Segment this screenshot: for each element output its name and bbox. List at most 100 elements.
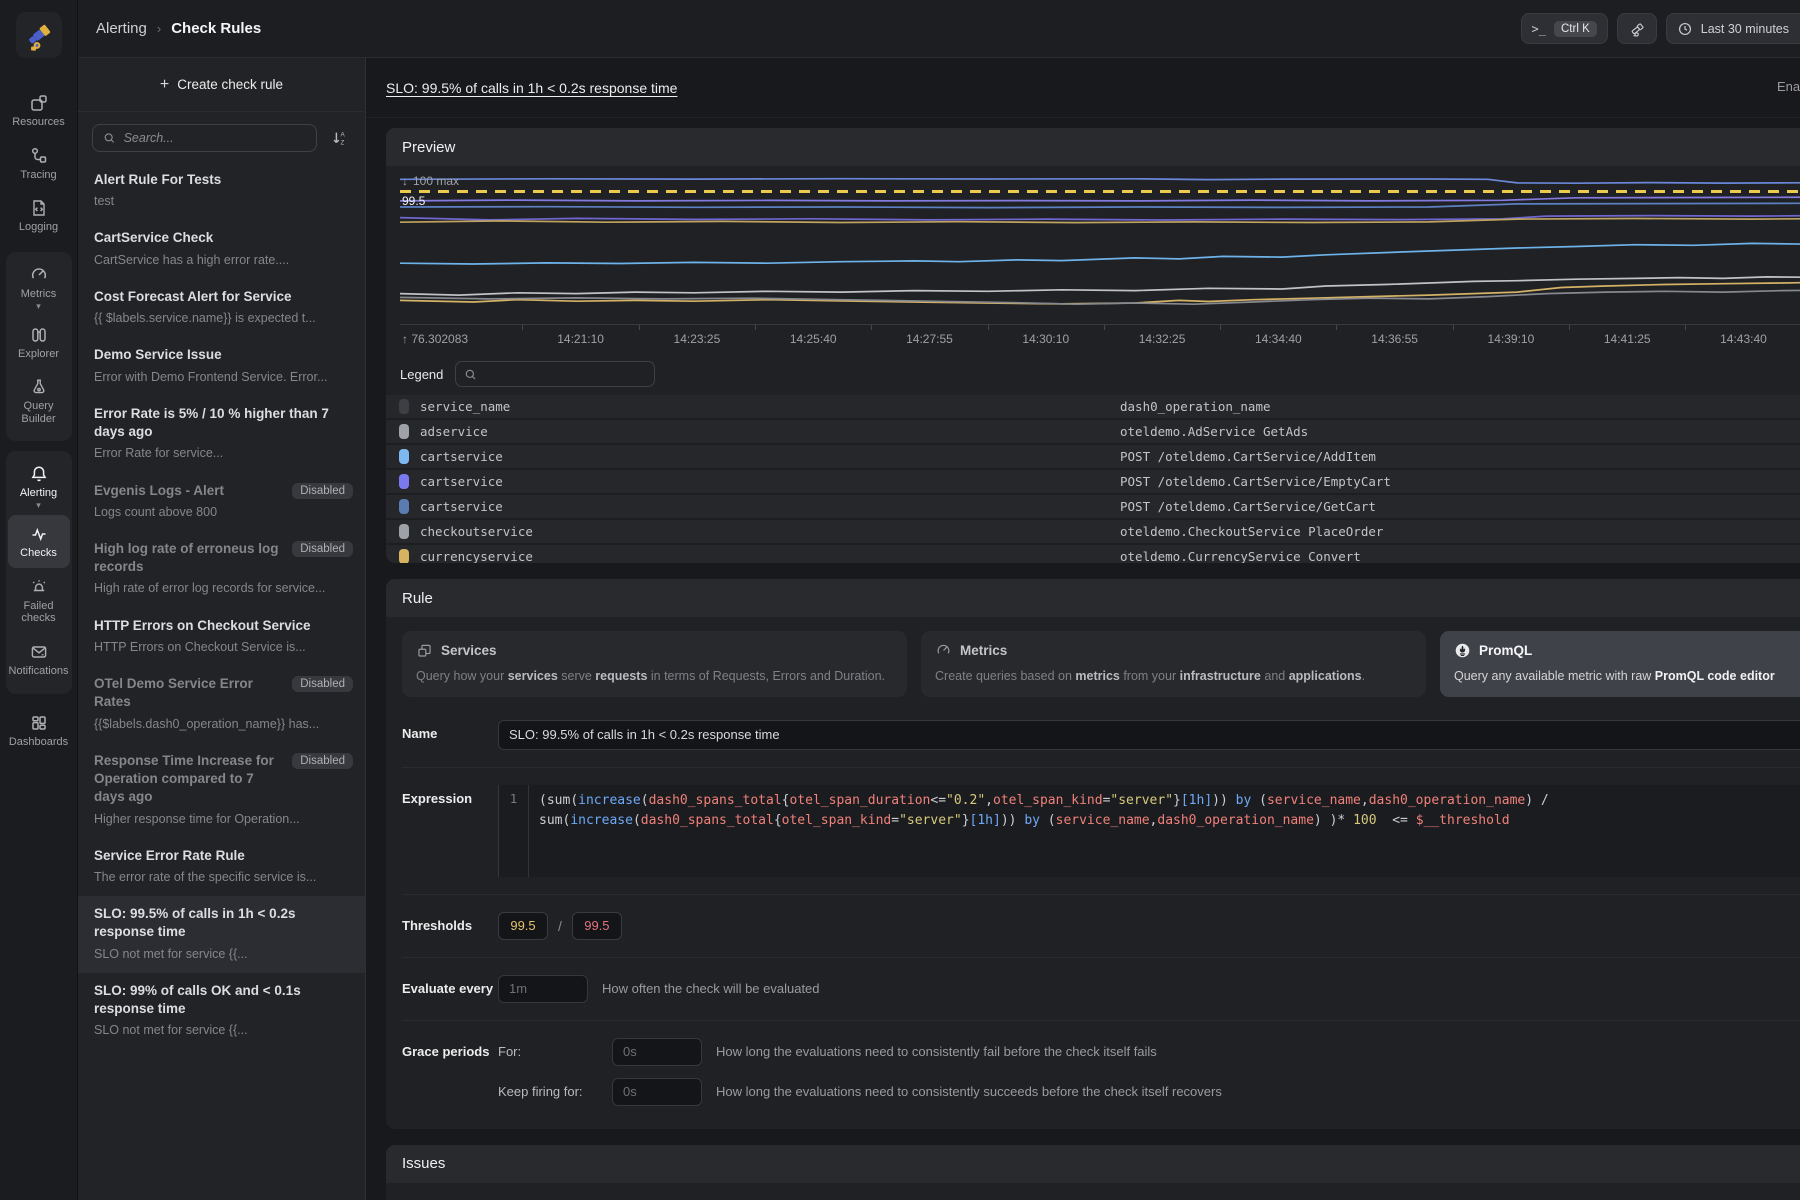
check-rule-list-item[interactable]: CartService CheckCartService has a high … [78,220,365,278]
legend-series-row[interactable]: currencyserviceoteldemo.CurrencyService … [386,545,1800,563]
rule-item-subtitle: SLO not met for service {{... [94,1022,353,1038]
search-input[interactable] [124,131,306,145]
sidebar-item-checks[interactable]: Checks [8,515,70,568]
check-rule-list-item[interactable]: Service Error Rate RuleThe error rate of… [78,838,365,896]
check-rule-list-item[interactable]: SLO: 99.5% of calls in 1h < 0.2s respons… [78,896,365,973]
check-rules-list: Alert Rule For TeststestCartService Chec… [78,162,365,1200]
series-color-chip[interactable] [399,424,409,439]
sidebar-item-notifications[interactable]: Notifications [8,633,70,686]
rule-panel-header: Rule [386,579,1800,617]
chart-x-axis: ↑ 76.302083 14:21:1014:23:2514:25:4014:2… [400,324,1800,352]
legend-table: service_namedash0_operation_name adservic… [386,395,1800,563]
page-title[interactable]: SLO: 99.5% of calls in 1h < 0.2s respons… [386,80,677,96]
promql-code[interactable]: (sum(increase(dash0_spans_total{otel_spa… [529,785,1559,877]
critical-threshold-input[interactable]: 99.5 [572,912,622,940]
telescope-button[interactable] [1617,13,1657,44]
rule-header: SLO: 99.5% of calls in 1h < 0.2s respons… [366,58,1800,118]
legend-series-row[interactable]: adserviceoteldemo.AdService GetAds [386,420,1800,445]
series-top-blue [400,179,1800,184]
sidebar-item-failed-checks[interactable]: Failed checks [8,568,70,633]
check-rule-list-item[interactable]: Evgenis Logs - AlertDisabledLogs count a… [78,473,365,531]
check-rule-list-item[interactable]: Cost Forecast Alert for Service{{ $label… [78,279,365,337]
sidebar-item-dashboards[interactable]: Dashboards [6,704,72,757]
metrics-nav-group: Metrics ▾ Explorer Query Builder [6,252,72,442]
legend-service-name: cartservice [420,449,1120,464]
series-blue-2 [400,203,1800,207]
series-color-chip[interactable] [399,524,409,539]
rule-item-subtitle: Error with Demo Frontend Service. Error.… [94,369,353,385]
time-range-button[interactable]: Last 30 minutes [1666,13,1800,44]
sidebar-item-explorer[interactable]: Explorer [8,316,70,369]
checks-pulse-icon [29,524,49,544]
sidebar-item-resources[interactable]: Resources [6,84,72,137]
grace-period-input[interactable]: 0s [612,1078,702,1106]
app-logo[interactable] [16,12,62,58]
rule-type-card-services[interactable]: ServicesQuery how your services serve re… [402,631,907,697]
issues-panel: Issues Summary SLO not met for service {… [386,1145,1800,1200]
sidebar-item-query-builder[interactable]: Query Builder [8,368,70,433]
preview-panel-header: Preview [386,128,1800,166]
check-rule-list-item[interactable]: HTTP Errors on Checkout ServiceHTTP Erro… [78,608,365,666]
series-color-chip[interactable] [399,499,409,514]
check-rule-list-item[interactable]: Error Rate is 5% / 10 % higher than 7 da… [78,396,365,473]
legend-series-row[interactable]: cartservicePOST /oteldemo.CartService/Ad… [386,445,1800,470]
check-rule-list-item[interactable]: Response Time Increase for Operation com… [78,743,365,838]
rule-item-subtitle: CartService has a high error rate.... [94,252,353,268]
check-rule-list-item[interactable]: Alert Rule For Teststest [78,162,365,220]
legend-series-row[interactable]: checkoutserviceoteldemo.CheckoutService … [386,520,1800,545]
sidebar-item-logging[interactable]: Logging [6,189,72,242]
content-scroll: Preview ↓ 100 max 99.5 ↑ 76.302083 [366,118,1800,1200]
sidebar-item-alerting[interactable]: Alerting ▾ [8,455,70,515]
series-color-chip[interactable] [399,549,409,563]
evaluate-every-input[interactable]: 1m [498,975,588,1003]
clock-icon [1677,21,1693,37]
services-boxes-icon [416,642,433,659]
card-title: Services [441,643,497,658]
rule-item-subtitle: SLO not met for service {{... [94,946,353,962]
legend-series-row[interactable]: cartservicePOST /oteldemo.CartService/Ge… [386,495,1800,520]
legend-series-row[interactable]: cartservicePOST /oteldemo.CartService/Em… [386,470,1800,495]
check-rule-list-item[interactable]: Demo Service IssueError with Demo Fronte… [78,337,365,395]
tracing-icon [29,146,49,166]
sidebar-item-metrics[interactable]: Metrics ▾ [8,256,70,316]
threshold-separator: / [558,918,562,934]
promql-expression-editor[interactable]: 1 (sum(increase(dash0_spans_total{otel_s… [498,785,1800,877]
rule-type-card-promql[interactable]: PromQLQuery any available metric with ra… [1440,631,1800,697]
create-rule-row: + Create check rule [78,58,365,112]
rule-name-input[interactable]: SLO: 99.5% of calls in 1h < 0.2s respons… [498,720,1800,750]
telescope-icon [1628,20,1646,38]
series-color-chip[interactable] [399,449,409,464]
svg-text:Z: Z [340,139,344,146]
legend-operation-name: dash0_operation_name [1120,399,1800,414]
rule-item-title: Response Time Increase for Operation com… [94,752,284,807]
grace-period-input[interactable]: 0s [612,1038,702,1066]
resources-icon [29,93,49,113]
rule-item-title: Evgenis Logs - Alert [94,482,284,500]
create-check-rule-button[interactable]: + Create check rule [150,70,293,100]
preview-panel: Preview ↓ 100 max 99.5 ↑ 76.302083 [386,128,1800,563]
app-window: Resources Tracing Logging Metrics ▾ [0,0,1800,1200]
breadcrumb-alerting[interactable]: Alerting [96,20,147,37]
issues-panel-header: Issues [386,1145,1800,1183]
nav-rail: Resources Tracing Logging Metrics ▾ [0,0,78,1200]
sidebar-item-tracing[interactable]: Tracing [6,137,72,190]
disabled-badge: Disabled [292,753,353,769]
search-icon [464,368,477,381]
preview-chart: ↓ 100 max 99.5 [400,172,1800,324]
command-palette-button[interactable]: >_ Ctrl K [1521,13,1608,44]
check-rule-list-item[interactable]: SLO: 99% of calls OK and < 0.1s response… [78,973,365,1050]
degraded-threshold-input[interactable]: 99.5 [498,912,548,940]
rules-search-box[interactable] [92,124,317,152]
check-rule-list-item[interactable]: High log rate of erroneus log recordsDis… [78,531,365,608]
series-color-chip[interactable] [399,399,409,414]
check-rule-list-item[interactable]: OTel Demo Service Error RatesDisabled{{$… [78,666,365,743]
series-color-chip[interactable] [399,474,409,489]
legend-service-name: service_name [420,399,1120,414]
threshold-value-label: 99.5 [402,194,425,208]
rule-type-card-metrics[interactable]: MetricsCreate queries based on metrics f… [921,631,1426,697]
sort-button[interactable]: A Z [327,125,353,151]
timeseries-chart [400,172,1800,324]
breadcrumb-check-rules[interactable]: Check Rules [171,20,261,37]
legend-operation-name: oteldemo.CheckoutService PlaceOrder [1120,524,1800,539]
legend-search-box[interactable] [455,361,655,387]
